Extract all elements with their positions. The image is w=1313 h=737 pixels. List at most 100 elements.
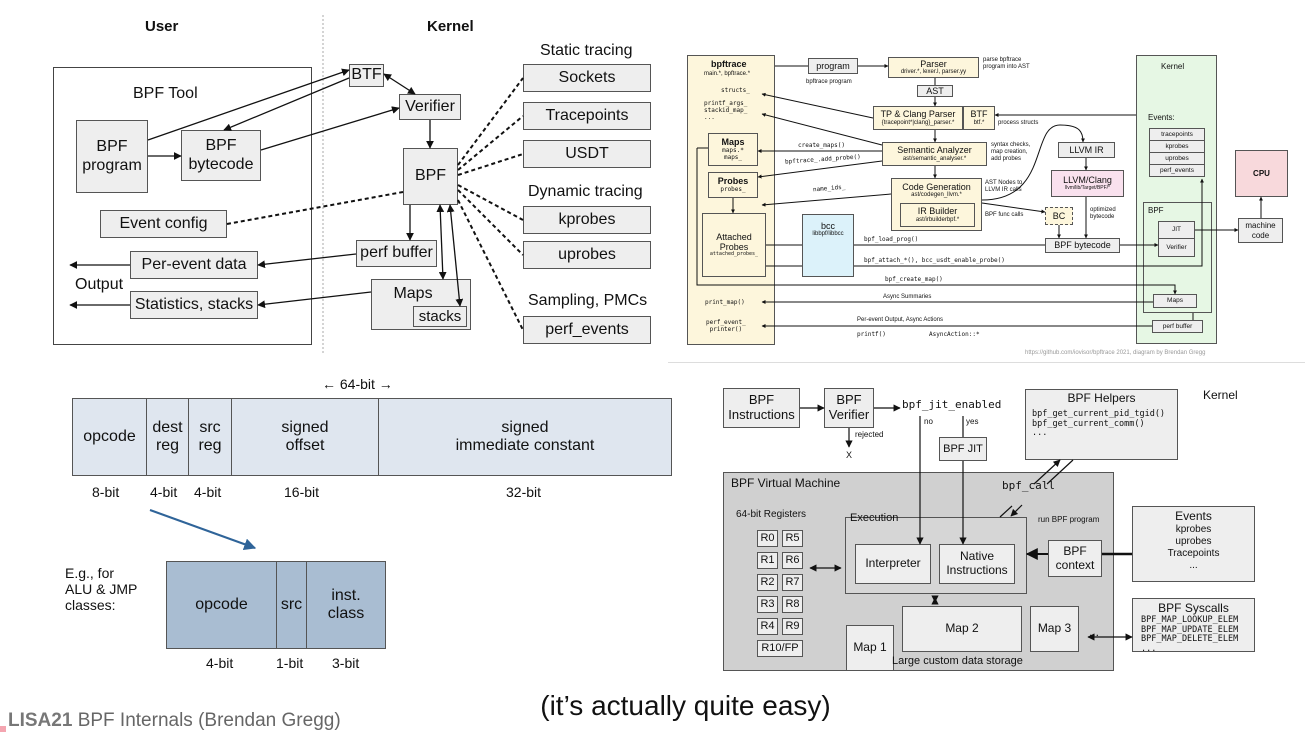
register-r6: R6 xyxy=(782,552,803,569)
instructions-box: BPF Instructions xyxy=(723,388,800,428)
print-map-label: print_map() xyxy=(705,299,745,306)
run-program-label: run BPF program xyxy=(1038,515,1100,524)
logo-mark xyxy=(0,726,6,732)
map-3-box: Map 3 xyxy=(1030,606,1079,652)
tp-parser-label: TP & Clang Parser xyxy=(880,109,956,120)
bpftrace-sub: main.*, bpftrace.* xyxy=(704,71,751,77)
per-event-data-box: Per-event data xyxy=(130,251,258,279)
bpf-bytecode-box: BPF bytecode xyxy=(181,130,261,181)
irbuilder-sub: ast/irbuilderbpf.* xyxy=(915,216,960,223)
register-r4: R4 xyxy=(757,618,778,635)
kprobes-box: kprobes xyxy=(523,206,651,234)
llvm-clang-sub: llvm/lib/Target/BPF/* xyxy=(1064,184,1110,191)
jit-enabled-label: bpf_jit_enabled xyxy=(902,398,1002,411)
machine-code-box: machine code xyxy=(1238,218,1283,243)
register-r0: R0 xyxy=(757,530,778,547)
bits-opcode: 8-bit xyxy=(92,484,120,500)
native-instructions-box: Native Instructions xyxy=(939,544,1015,584)
register-r3: R3 xyxy=(757,596,778,613)
map-2-box: Map 2 xyxy=(902,606,1022,652)
bpftrace-title: bpftrace xyxy=(711,59,747,69)
bits-src: 4-bit xyxy=(194,484,222,500)
sema-label: Semantic Analyzer xyxy=(897,145,972,156)
perf-events-box: perf_events xyxy=(523,316,651,344)
width-label: ← 64-bit → xyxy=(322,376,393,392)
llvm-clang-box: LLVM/Clang llvm/lib/Target/BPF/* xyxy=(1051,170,1124,197)
btf-box: BTF xyxy=(349,64,384,87)
example-label: E.g., for ALU & JMP classes: xyxy=(65,565,138,614)
attached-sub: attached_probes_ xyxy=(709,251,759,258)
events-list: kprobes uprobes Tracepoints ... xyxy=(1167,523,1220,571)
kernel-label: Kernel xyxy=(1203,388,1238,402)
user-heading: User xyxy=(145,18,179,35)
sub-field-class: inst. class xyxy=(306,561,386,649)
bits-dest: 4-bit xyxy=(150,484,178,500)
tp-clang-parser-box: TP & Clang Parser {tracepoint*|clang}_par… xyxy=(873,106,963,130)
syscalls-title: BPF Syscalls xyxy=(1158,601,1229,615)
sub-field-src: src xyxy=(276,561,307,649)
field-signed-offset: signed offset xyxy=(231,398,379,476)
usdt-box: USDT xyxy=(523,140,651,168)
maps-sub: maps.* maps_ xyxy=(722,146,744,161)
map-1-box: Map 1 xyxy=(846,625,894,671)
uprobes-box: uprobes xyxy=(523,241,651,269)
sub-bits-src: 1-bit xyxy=(276,655,304,671)
bits-offset: 16-bit xyxy=(284,484,320,500)
vm-title: BPF Virtual Machine xyxy=(731,476,841,490)
bpf-tool-label: BPF Tool xyxy=(133,85,198,102)
bc-box: BC xyxy=(1045,207,1073,225)
optimized-note: optimized bytecode xyxy=(1090,207,1116,220)
events-box: Events kprobes uprobes Tracepoints ... xyxy=(1132,506,1255,582)
registers-title: 64-bit Registers xyxy=(736,509,807,520)
parser-sub: driver.*, lexer.l, parser.yy xyxy=(900,69,967,76)
sub-bits-opcode: 4-bit xyxy=(206,655,234,671)
bits-imm: 32-bit xyxy=(506,484,542,500)
irbuilder-label: IR Builder xyxy=(917,206,958,217)
execution-label: Execution xyxy=(850,512,899,524)
btf-sub: btf.* xyxy=(973,119,985,126)
maps-label: Maps xyxy=(393,285,433,302)
kernel-label: Kernel xyxy=(1161,62,1185,71)
register-r9: R9 xyxy=(782,618,803,635)
events-title: Events xyxy=(1175,509,1212,523)
attach-label: bpf_attach_*(), bcc_usdt_enable_probe() xyxy=(864,257,1005,264)
divider xyxy=(668,362,1305,363)
structs-label: structs_ xyxy=(721,87,750,94)
field-immediate: signed immediate constant xyxy=(378,398,672,476)
program-box: program xyxy=(808,58,858,74)
perf-printer-label: perf_event_ printer() xyxy=(706,319,746,333)
bpf-context-box: BPF context xyxy=(1048,540,1102,577)
statistics-box: Statistics, stacks xyxy=(130,291,258,319)
async-action-label: AsyncAction::* xyxy=(929,331,980,338)
parser-note: parse bpftrace program into AST xyxy=(983,57,1030,70)
btf-box: BTF btf.* xyxy=(963,106,995,130)
create-maps-label: create_maps() xyxy=(798,142,845,149)
printf-label: printf() xyxy=(857,331,886,338)
jit-box: JIT xyxy=(1158,221,1195,239)
footer: LISA21 BPF Internals (Brendan Gregg) xyxy=(8,710,341,732)
kernel-heading: Kernel xyxy=(427,18,474,35)
kernel-maps-box: Maps xyxy=(1153,294,1197,308)
bcc-sub: libbpf/libbcc xyxy=(812,231,844,238)
codegen-sub: ast/codegen_llvm.* xyxy=(911,192,962,199)
per-event-output-label: Per-event Output, Async Actions xyxy=(857,317,944,323)
register-r2: R2 xyxy=(757,574,778,591)
bpf-jit-box: BPF JIT xyxy=(939,437,987,461)
ir-builder-box: IR Builder ast/irbuilderbpf.* xyxy=(900,203,975,227)
maps-box: Maps maps.* maps_ xyxy=(708,133,758,166)
parser-label: Parser xyxy=(920,58,947,69)
rejected-label: rejected xyxy=(855,430,884,439)
bcc-box: bcc libbpf/libbcc xyxy=(802,214,854,277)
register-r1: R1 xyxy=(757,552,778,569)
syscalls-box: BPF Syscalls BPF_MAP_LOOKUP_ELEM BPF_MAP_… xyxy=(1132,598,1255,654)
codegen-label: Code Generation xyxy=(902,182,971,192)
codegen-note: AST Nodes to LLVM IR calls xyxy=(985,180,1023,193)
rejected-x: X xyxy=(846,450,853,460)
cpu-box: CPU xyxy=(1235,150,1288,197)
register-r7: R7 xyxy=(782,574,803,591)
register-r10-fp: R10/FP xyxy=(757,640,803,657)
yes-label: yes xyxy=(966,417,979,426)
output-label: Output xyxy=(75,276,124,293)
helpers-box: BPF Helpers bpf_get_current_pid_tgid() bp… xyxy=(1025,389,1178,460)
semantic-analyzer-box: Semantic Analyzer ast/semantic_analyser.* xyxy=(882,142,987,166)
